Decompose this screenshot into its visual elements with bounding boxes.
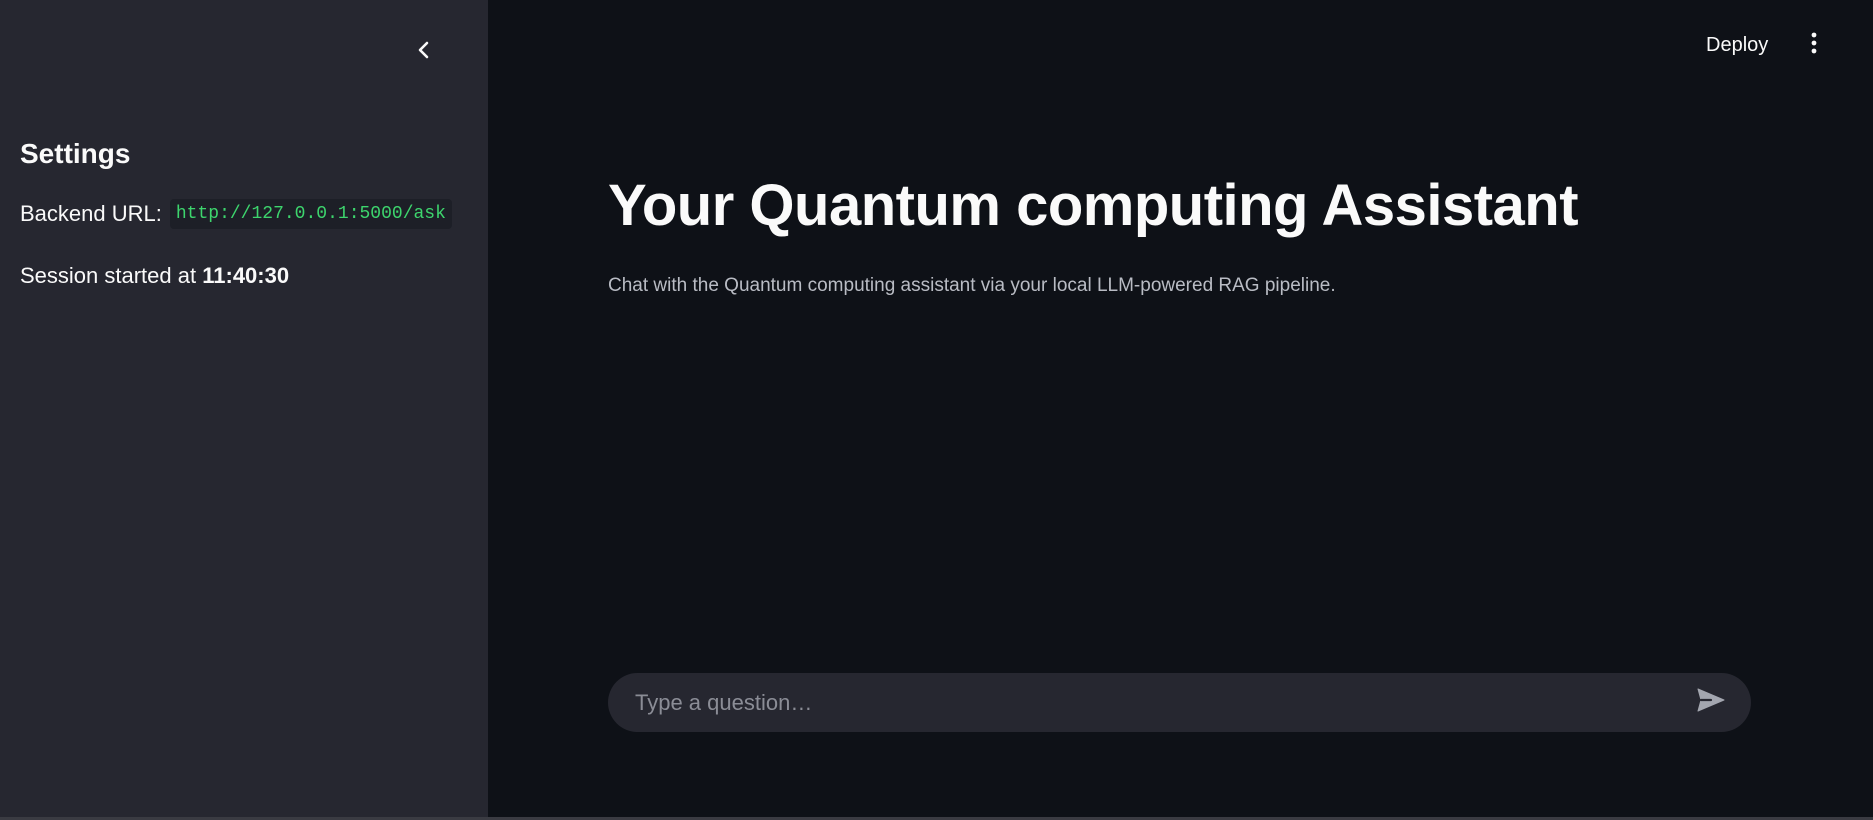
main-menu-button[interactable] xyxy=(1804,32,1824,58)
page-title: Your Quantum computing Assistant xyxy=(608,173,1579,238)
deploy-button[interactable]: Deploy xyxy=(1706,30,1768,60)
session-info: Session started at 11:40:30 xyxy=(20,261,289,291)
kebab-menu-icon xyxy=(1811,32,1817,59)
backend-url-row: Backend URL: http://127.0.0.1:5000/ask xyxy=(20,199,452,229)
session-time: 11:40:30 xyxy=(202,263,290,288)
backend-url-value: http://127.0.0.1:5000/ask xyxy=(169,199,452,229)
chat-input-bar xyxy=(608,673,1751,732)
sidebar: Settings Backend URL: http://127.0.0.1:5… xyxy=(0,0,488,817)
chevron-left-icon xyxy=(416,40,432,65)
session-prefix: Session started at xyxy=(20,263,197,288)
send-button[interactable] xyxy=(1693,685,1729,721)
backend-url-label: Backend URL: xyxy=(20,201,162,226)
send-icon xyxy=(1696,687,1726,718)
app-window: Settings Backend URL: http://127.0.0.1:5… xyxy=(0,0,1873,820)
main-content: Deploy Your Quantum computing Assistant … xyxy=(488,0,1873,817)
collapse-sidebar-button[interactable] xyxy=(408,36,440,68)
chat-input[interactable] xyxy=(633,681,1693,724)
page-subtitle: Chat with the Quantum computing assistan… xyxy=(608,275,1336,296)
sidebar-title: Settings xyxy=(20,138,131,169)
